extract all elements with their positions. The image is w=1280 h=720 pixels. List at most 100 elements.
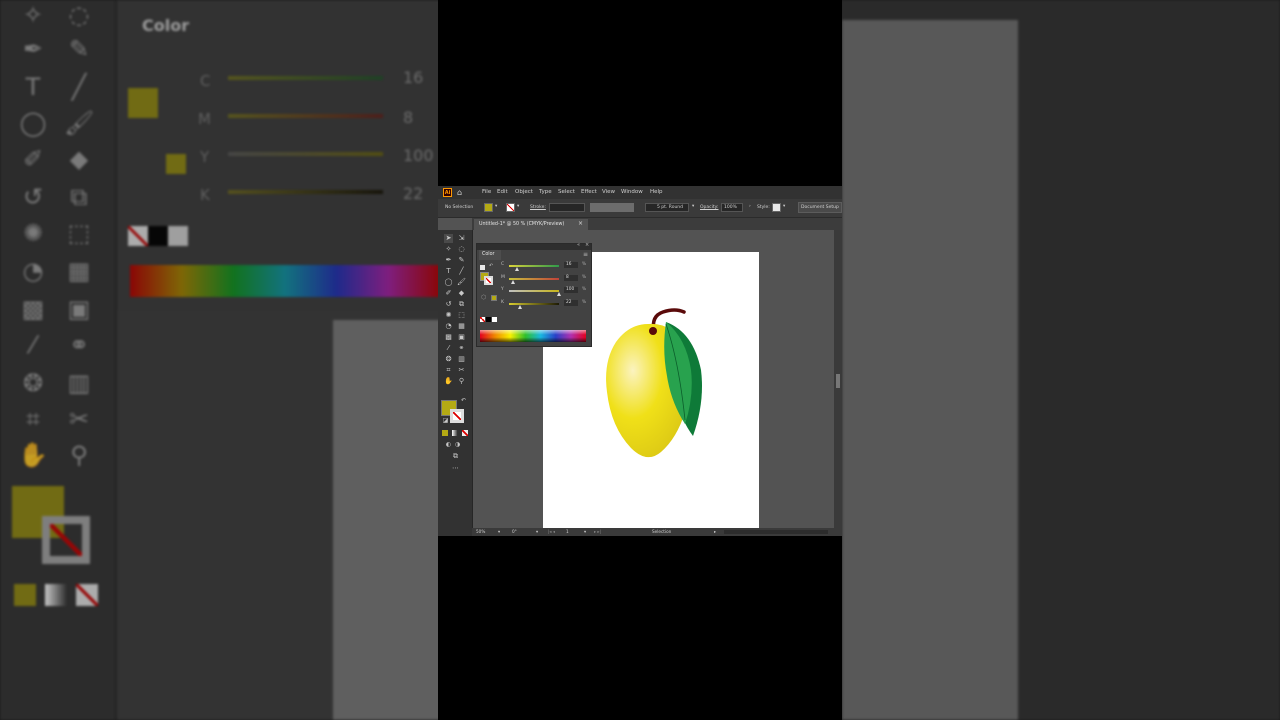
gradient-tool-icon[interactable]: ▣	[457, 333, 466, 342]
panel-default-colors-icon[interactable]	[480, 265, 485, 270]
menu-effect[interactable]: Effect	[581, 188, 597, 196]
eyedropper-tool-icon[interactable]: ⁄	[444, 344, 453, 353]
artboard-number[interactable]: 1	[566, 529, 569, 535]
status-arrow-icon[interactable]: ▸	[714, 529, 716, 535]
paintbrush-tool-icon[interactable]: 🖌	[457, 278, 466, 287]
out-of-gamut-swatch[interactable]	[491, 295, 497, 301]
rotate-tool-icon[interactable]: ↺	[444, 300, 453, 309]
last-artboard-icon[interactable]: ▸ ▸|	[594, 529, 601, 535]
document-setup-button[interactable]: Document Setup	[798, 202, 842, 213]
rotation-value[interactable]: 0°	[512, 529, 517, 535]
panel-menu-icon[interactable]: ≡	[583, 251, 588, 259]
color-spectrum-shade[interactable]	[480, 330, 586, 342]
menu-object[interactable]: Object	[515, 188, 533, 196]
perspective-grid-tool-icon[interactable]: ▦	[457, 322, 466, 331]
out-of-web-color-icon[interactable]: ⬡	[481, 294, 486, 301]
brush-dropdown-arrow-icon[interactable]: ▾	[692, 204, 694, 210]
swap-fill-stroke-icon[interactable]: ↶	[459, 396, 468, 405]
artboard-dropdown-icon[interactable]: ▾	[584, 529, 586, 535]
zoom-dropdown-icon[interactable]: ▾	[498, 529, 500, 535]
close-tab-icon[interactable]: ×	[578, 220, 583, 228]
shape-builder-tool-icon[interactable]: ◔	[444, 322, 453, 331]
color-mode-icon[interactable]	[442, 430, 448, 436]
horizontal-scrollbar[interactable]	[724, 530, 828, 534]
variable-width-profile[interactable]	[590, 203, 634, 212]
control-fill-swatch[interactable]	[484, 203, 493, 212]
stroke-weight-field[interactable]	[549, 203, 585, 212]
stroke-swatch[interactable]	[450, 409, 464, 423]
lasso-tool-icon[interactable]: ◌	[457, 245, 466, 254]
collapse-panel-icon[interactable]: «	[577, 241, 580, 249]
line-segment-tool-icon[interactable]: ╱	[457, 267, 466, 276]
menu-view[interactable]: View	[602, 188, 615, 196]
opacity-label[interactable]: Opacity:	[700, 205, 719, 211]
slider-value-y[interactable]: 100	[564, 287, 578, 293]
zoom-tool-icon[interactable]: ⚲	[457, 377, 466, 386]
slider-value-k[interactable]: 22	[564, 299, 578, 306]
white-color-swatch[interactable]	[492, 317, 497, 322]
magic-wand-tool-icon[interactable]: ✧	[444, 245, 453, 254]
opacity-arrow-icon[interactable]: ›	[749, 204, 751, 210]
black-color-swatch[interactable]	[486, 317, 491, 322]
eraser-tool-icon[interactable]: ◆	[457, 289, 466, 298]
none-mode-icon[interactable]	[462, 430, 468, 436]
graph-tool-icon[interactable]: ▥	[457, 355, 466, 364]
document-tab[interactable]: Untitled-1* @ 50 % (CMYK/Preview) ×	[474, 219, 588, 230]
edit-toolbar-icon[interactable]: ⋯	[451, 464, 460, 473]
slider-value-m[interactable]: 8	[564, 274, 578, 281]
vertical-scroll-thumb[interactable]	[836, 374, 840, 388]
graphic-style-swatch[interactable]	[772, 203, 781, 212]
artboard-tool-icon[interactable]: ⌗	[444, 366, 453, 375]
brush-definition[interactable]: 5 pt. Round	[645, 203, 689, 212]
direct-selection-tool-icon[interactable]: ⇲	[457, 234, 466, 243]
stroke-label[interactable]: Stroke:	[530, 205, 546, 211]
hand-tool-icon[interactable]: ✋	[444, 377, 453, 386]
fill-dropdown-arrow-icon[interactable]: ▾	[495, 204, 497, 210]
shaper-tool-icon[interactable]: ✐	[444, 289, 453, 298]
style-dropdown-arrow-icon[interactable]: ▾	[783, 204, 785, 210]
rotation-dropdown-icon[interactable]: ▾	[536, 529, 538, 535]
free-transform-tool-icon[interactable]: ⬚	[457, 311, 466, 320]
blend-tool-icon[interactable]: ⚭	[457, 344, 466, 353]
menu-help[interactable]: Help	[650, 188, 663, 196]
curvature-tool-icon[interactable]: ✎	[457, 256, 466, 265]
slider-thumb-y[interactable]	[557, 292, 561, 296]
slider-track-y[interactable]	[509, 290, 559, 292]
pen-tool-icon[interactable]: ✒	[444, 256, 453, 265]
default-fill-stroke-icon[interactable]: ◪	[441, 416, 450, 425]
slider-thumb-k[interactable]	[518, 304, 522, 309]
zoom-level[interactable]: 50%	[476, 529, 485, 535]
close-panel-icon[interactable]: ×	[585, 241, 589, 249]
menu-type[interactable]: Type	[539, 188, 552, 196]
home-icon[interactable]: ⌂	[457, 188, 462, 197]
color-panel-tab[interactable]: Color	[479, 250, 501, 260]
slider-thumb-c[interactable]	[515, 267, 519, 271]
draw-normal-icon[interactable]: ◐	[444, 440, 453, 449]
slice-tool-icon[interactable]: ✂	[457, 366, 466, 375]
none-color-swatch[interactable]	[480, 317, 485, 322]
first-artboard-icon[interactable]: |◂ ◂	[548, 529, 555, 535]
selection-tool-icon[interactable]: ➤	[444, 234, 453, 243]
control-stroke-swatch[interactable]	[506, 203, 515, 212]
mesh-tool-icon[interactable]: ▩	[444, 333, 453, 342]
slider-value-c[interactable]: 16	[564, 262, 578, 268]
gradient-mode-icon[interactable]	[452, 430, 458, 436]
slider-track-k[interactable]	[509, 302, 559, 305]
symbol-sprayer-tool-icon[interactable]: ❂	[444, 355, 453, 364]
menu-edit[interactable]: Edit	[497, 188, 508, 196]
slider-track-m[interactable]	[509, 277, 559, 280]
menu-select[interactable]: Select	[558, 188, 575, 196]
screen-mode-icon[interactable]: ⧉	[451, 452, 460, 461]
menu-window[interactable]: Window	[621, 188, 643, 196]
scale-tool-icon[interactable]: ⧉	[457, 300, 466, 309]
panel-swap-icon[interactable]: ↶	[489, 263, 493, 270]
type-tool-icon[interactable]: T	[444, 267, 453, 276]
draw-behind-icon[interactable]: ◑	[453, 440, 462, 449]
menu-file[interactable]: File	[482, 188, 491, 196]
stroke-dropdown-arrow-icon[interactable]: ▾	[517, 204, 519, 210]
opacity-field[interactable]: 100%	[721, 203, 743, 212]
slider-thumb-m[interactable]	[511, 279, 515, 284]
ellipse-tool-icon[interactable]: ◯	[444, 278, 453, 287]
panel-stroke-swatch[interactable]	[484, 276, 493, 285]
width-tool-icon[interactable]: ✺	[444, 311, 453, 320]
